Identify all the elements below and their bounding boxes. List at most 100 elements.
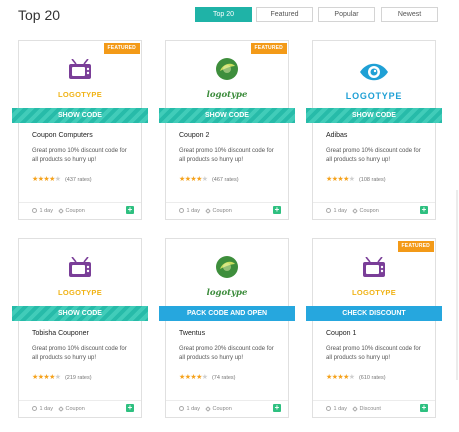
add-icon[interactable]: + bbox=[273, 206, 281, 214]
clock-icon bbox=[326, 406, 331, 411]
add-icon[interactable]: + bbox=[126, 404, 134, 412]
rating: ★★★★★ (467 rates) bbox=[179, 175, 239, 183]
star-rating: ★★★★★ bbox=[326, 176, 355, 183]
coupon-card[interactable]: FEATURED LOGOTYPE CHECK DISCOUNT Coupon … bbox=[306, 238, 442, 418]
coupon-action-button[interactable]: CHECK DISCOUNT bbox=[306, 306, 442, 321]
coupon-card[interactable]: LOGOTYPE SHOW CODE Tobisha Couponer Grea… bbox=[12, 238, 148, 418]
tag-meta[interactable]: Coupon bbox=[205, 406, 232, 412]
tag-label[interactable]: Coupon bbox=[66, 208, 85, 214]
age-label: 1 day bbox=[186, 406, 200, 412]
tag-label[interactable]: Coupon bbox=[360, 208, 379, 214]
coupon-name[interactable]: Coupon 2 bbox=[179, 132, 209, 139]
coupon-card[interactable]: FEATURED logotype SHOW CODE Coupon 2 Gre… bbox=[159, 40, 295, 220]
tag-label[interactable]: Coupon bbox=[66, 406, 85, 412]
coupon-card[interactable]: FEATURED LOGOTYPE SHOW CODE Coupon Compu… bbox=[12, 40, 148, 220]
coupon-name[interactable]: Tobisha Couponer bbox=[32, 330, 89, 337]
featured-ribbon: FEATURED bbox=[250, 43, 287, 54]
coupon-description: Great promo 20% discount code for all pr… bbox=[179, 346, 274, 361]
add-icon[interactable]: + bbox=[420, 404, 428, 412]
rating: ★★★★★ (219 rates) bbox=[32, 373, 92, 381]
page-title: Top 20 bbox=[18, 7, 61, 23]
divider bbox=[19, 400, 141, 401]
divider bbox=[313, 202, 435, 203]
rating: ★★★★★ (437 rates) bbox=[32, 175, 92, 183]
coupon-action-button[interactable]: SHOW CODE bbox=[12, 108, 148, 123]
star-icon: ★ bbox=[348, 176, 355, 183]
tag-icon bbox=[352, 406, 358, 412]
featured-ribbon: FEATURED bbox=[397, 241, 434, 252]
star-icon: ★ bbox=[201, 374, 208, 381]
divider bbox=[166, 400, 288, 401]
age-meta: 1 day bbox=[32, 406, 53, 412]
logo-text: LOGOTYPE bbox=[57, 90, 103, 99]
age-meta: 1 day bbox=[32, 208, 53, 214]
coupon-action-button[interactable]: SHOW CODE bbox=[12, 306, 148, 321]
age-meta: 1 day bbox=[179, 208, 200, 214]
coupon-action-button[interactable]: SHOW CODE bbox=[159, 108, 295, 123]
age-meta: 1 day bbox=[326, 208, 347, 214]
tag-meta[interactable]: Coupon bbox=[58, 406, 85, 412]
coupon-description: Great promo 10% discount code for all pr… bbox=[326, 148, 421, 163]
tag-label[interactable]: Discount bbox=[360, 406, 381, 412]
coupon-card[interactable]: logotype PACK CODE AND OPEN Twentus Grea… bbox=[159, 238, 295, 418]
coupon-name[interactable]: Coupon 1 bbox=[326, 330, 356, 337]
coupon-card[interactable]: LOGOTYPE SHOW CODE Adibas Great promo 10… bbox=[306, 40, 442, 220]
coupon-description: Great promo 10% discount code for all pr… bbox=[32, 148, 127, 163]
rate-count: (108 rates) bbox=[358, 177, 386, 183]
age-label: 1 day bbox=[186, 208, 200, 214]
add-icon[interactable]: + bbox=[126, 206, 134, 214]
tag-meta[interactable]: Coupon bbox=[352, 208, 379, 214]
age-label: 1 day bbox=[39, 208, 53, 214]
tag-icon bbox=[352, 208, 358, 214]
tag-label[interactable]: Coupon bbox=[213, 208, 232, 214]
tag-meta[interactable]: Coupon bbox=[205, 208, 232, 214]
brand-logo: LOGOTYPE bbox=[19, 55, 141, 105]
brand-logo: LOGOTYPE bbox=[313, 253, 435, 303]
page-header: Top 20 Top 20 Featured Popular Newest bbox=[0, 0, 459, 32]
tag-icon bbox=[58, 208, 64, 214]
star-rating: ★★★★★ bbox=[179, 374, 208, 381]
age-meta: 1 day bbox=[179, 406, 200, 412]
rate-count: (437 rates) bbox=[64, 177, 92, 183]
scrollbar[interactable] bbox=[456, 190, 458, 380]
age-label: 1 day bbox=[39, 406, 53, 412]
brand-logo: LOGOTYPE bbox=[19, 253, 141, 303]
brand-logo: logotype bbox=[166, 55, 288, 105]
star-rating: ★★★★★ bbox=[32, 374, 61, 381]
tab-newest[interactable]: Newest bbox=[381, 7, 438, 22]
add-icon[interactable]: + bbox=[273, 404, 281, 412]
tab-popular[interactable]: Popular bbox=[318, 7, 375, 22]
coupon-action-button[interactable]: SHOW CODE bbox=[306, 108, 442, 123]
coupon-name[interactable]: Coupon Computers bbox=[32, 132, 93, 139]
logo-text: logotype bbox=[206, 288, 248, 298]
coupon-action-button[interactable]: PACK CODE AND OPEN bbox=[159, 306, 295, 321]
rate-count: (219 rates) bbox=[64, 375, 92, 381]
coupon-name[interactable]: Adibas bbox=[326, 132, 347, 139]
rating: ★★★★★ (108 rates) bbox=[326, 175, 386, 183]
coupon-description: Great promo 10% discount code for all pr… bbox=[326, 346, 421, 361]
coupon-description: Great promo 10% discount code for all pr… bbox=[32, 346, 127, 361]
tag-meta[interactable]: Discount bbox=[352, 406, 381, 412]
coupon-name[interactable]: Twentus bbox=[179, 330, 205, 337]
clock-icon bbox=[32, 208, 37, 213]
featured-ribbon: FEATURED bbox=[103, 43, 140, 54]
tag-label[interactable]: Coupon bbox=[213, 406, 232, 412]
tab-featured[interactable]: Featured bbox=[256, 7, 313, 22]
star-icon: ★ bbox=[54, 176, 61, 183]
logo-text: LOGOTYPE bbox=[57, 288, 103, 297]
star-icon: ★ bbox=[348, 374, 355, 381]
rating: ★★★★★ (74 rates) bbox=[179, 373, 236, 381]
add-icon[interactable]: + bbox=[420, 206, 428, 214]
tag-icon bbox=[58, 406, 64, 412]
age-meta: 1 day bbox=[326, 406, 347, 412]
tag-meta[interactable]: Coupon bbox=[58, 208, 85, 214]
brand-logo: logotype bbox=[166, 253, 288, 303]
divider bbox=[166, 202, 288, 203]
logo-text: logotype bbox=[206, 90, 248, 100]
star-rating: ★★★★★ bbox=[32, 176, 61, 183]
logo-text: LOGOTYPE bbox=[351, 288, 397, 297]
tab-top-20[interactable]: Top 20 bbox=[195, 7, 252, 22]
clock-icon bbox=[179, 406, 184, 411]
rate-count: (467 rates) bbox=[211, 177, 239, 183]
tag-icon bbox=[205, 208, 211, 214]
